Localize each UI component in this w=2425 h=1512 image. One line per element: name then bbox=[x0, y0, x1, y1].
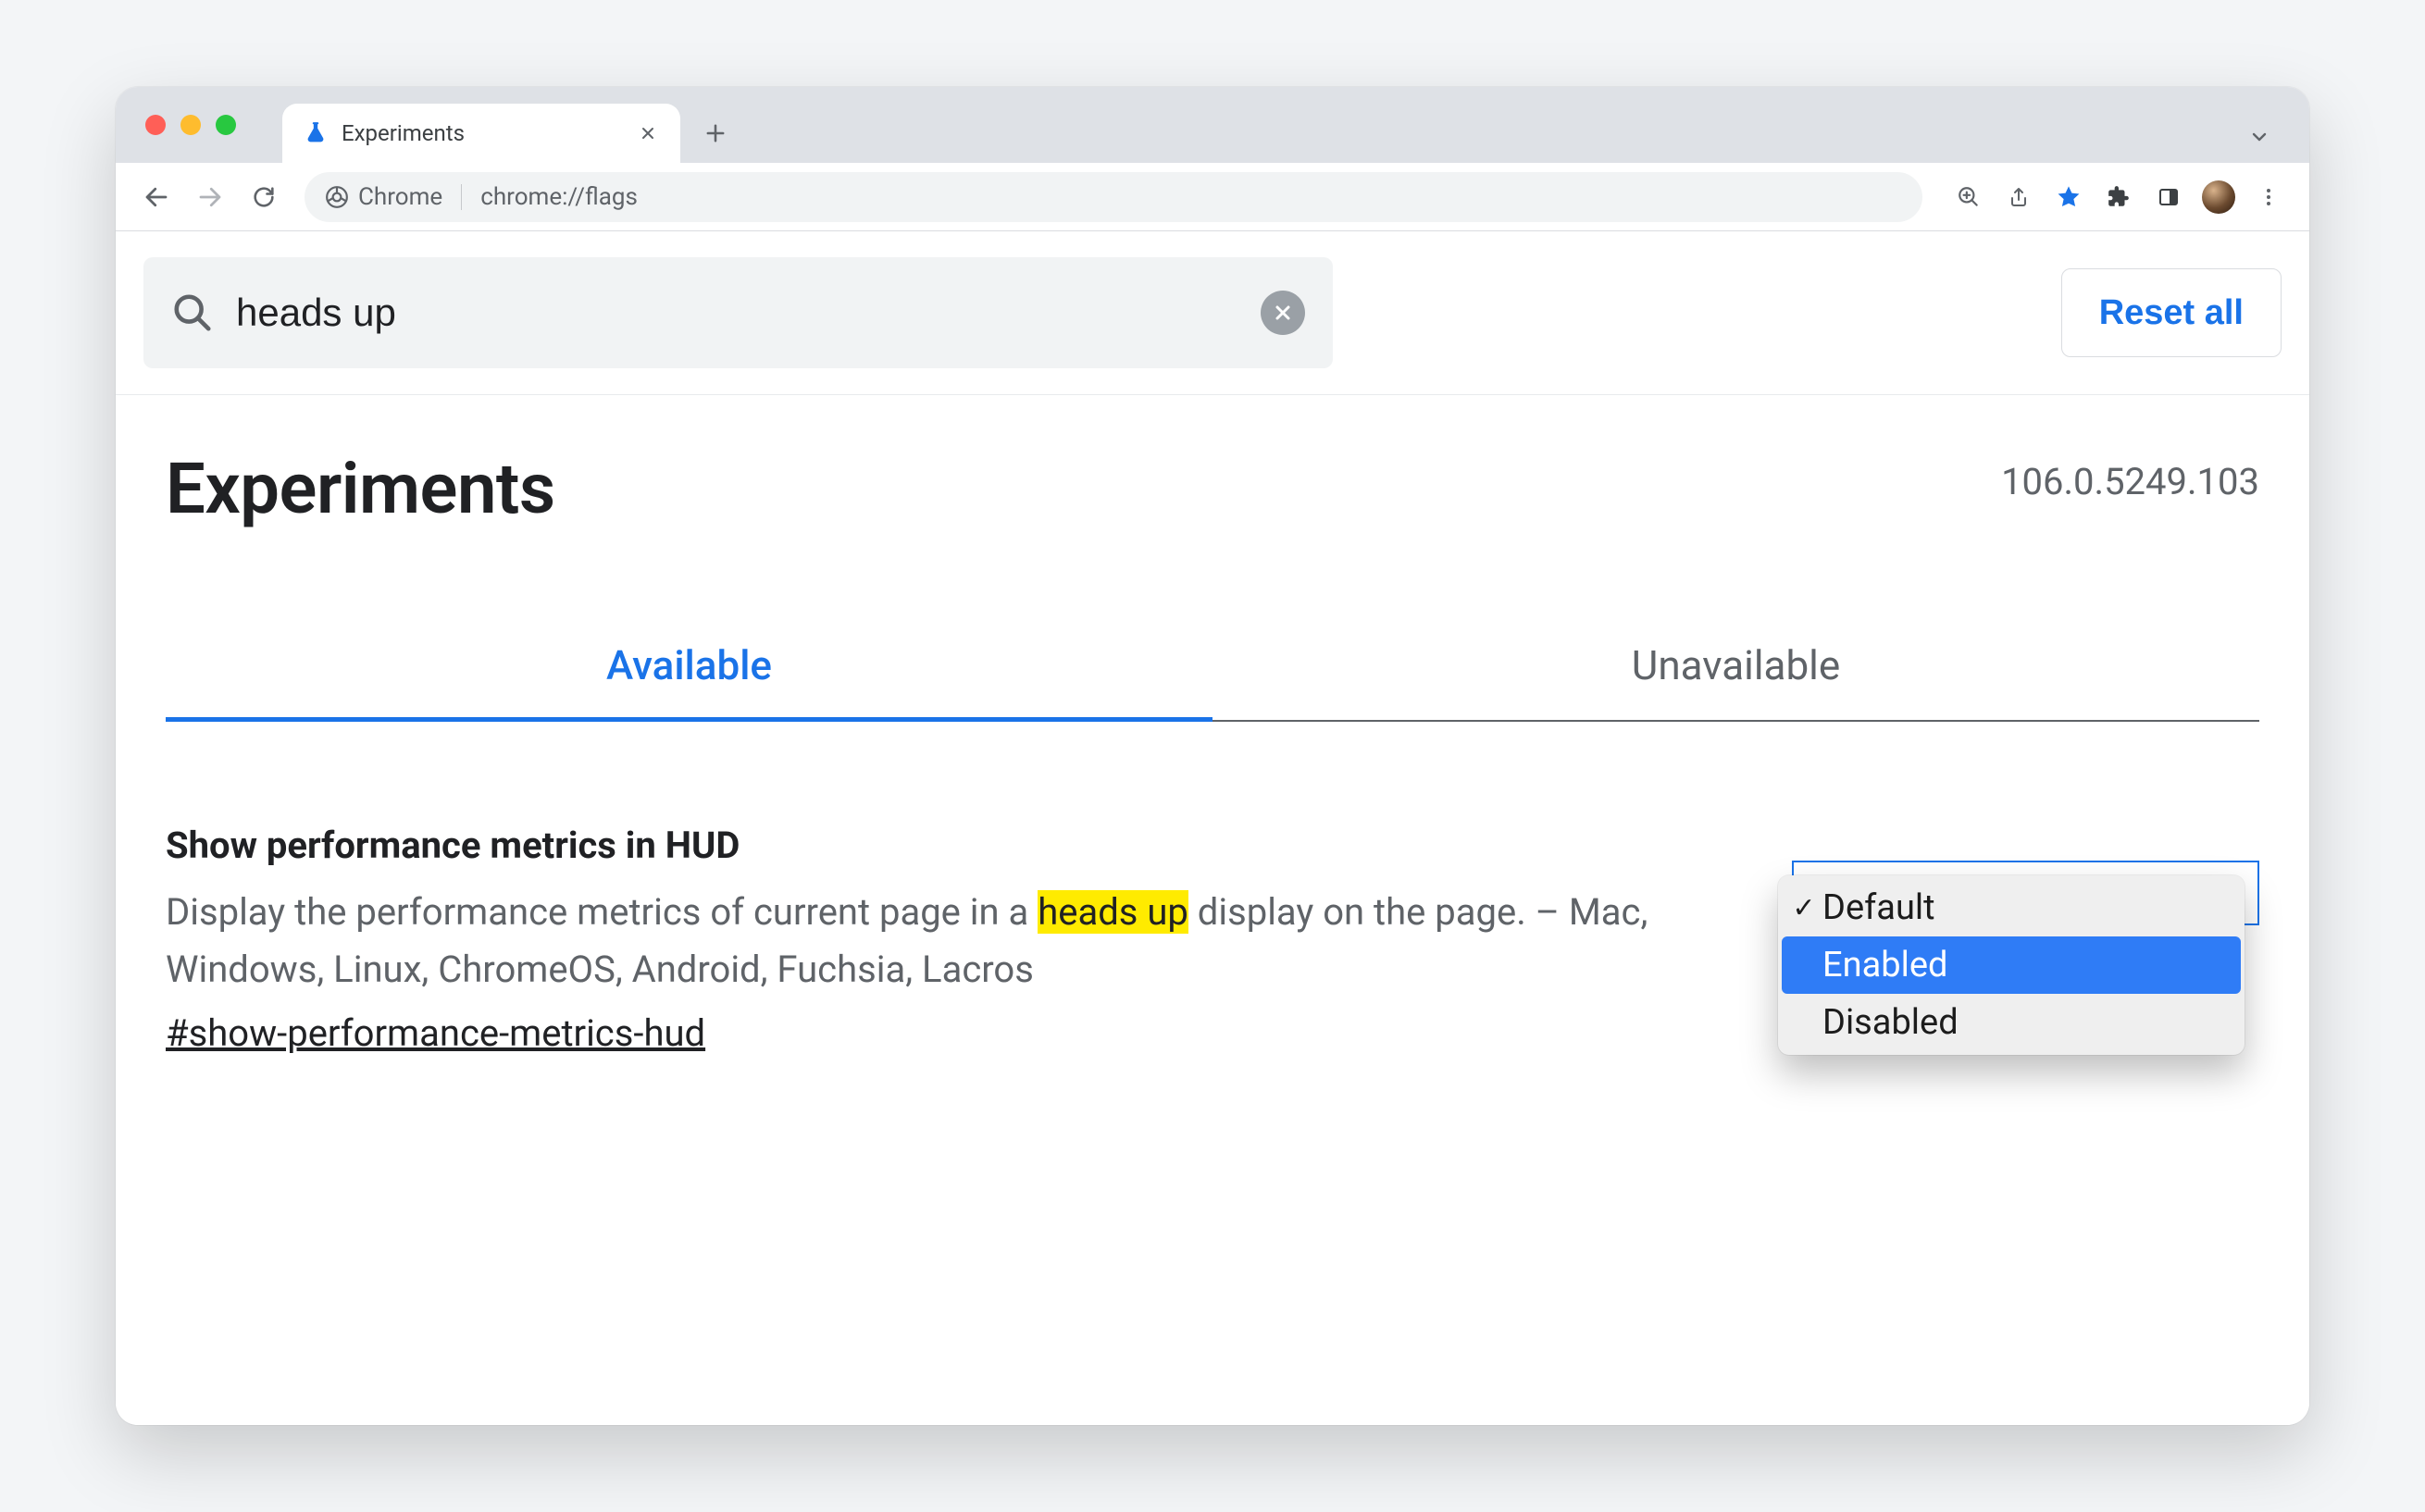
dropdown-option-default[interactable]: ✓ Default bbox=[1782, 879, 2241, 936]
reset-all-button[interactable]: Reset all bbox=[2061, 268, 2282, 357]
flask-icon bbox=[303, 120, 329, 146]
omnibox-prefix: Chrome bbox=[358, 183, 442, 211]
page-content: Reset all Experiments 106.0.5249.103 Ava… bbox=[116, 231, 2309, 1425]
minimize-window-button[interactable] bbox=[180, 115, 201, 135]
share-icon[interactable] bbox=[1996, 175, 2041, 219]
flag-text: Show performance metrics in HUD Display … bbox=[166, 824, 1722, 1055]
flag-title: Show performance metrics in HUD bbox=[166, 824, 1722, 867]
flags-search-row: Reset all bbox=[116, 231, 2309, 395]
browser-toolbar: Chrome chrome://flags bbox=[116, 163, 2309, 231]
tab-unavailable[interactable]: Unavailable bbox=[1212, 641, 2259, 722]
search-input[interactable] bbox=[236, 291, 1238, 335]
flag-desc-before: Display the performance metrics of curre… bbox=[166, 890, 1038, 934]
kebab-menu-icon[interactable] bbox=[2246, 175, 2291, 219]
flag-entry: Show performance metrics in HUD Display … bbox=[166, 824, 2259, 1055]
sidepanel-icon[interactable] bbox=[2146, 175, 2191, 219]
toolbar-actions bbox=[1941, 175, 2291, 219]
option-label: Disabled bbox=[1822, 1002, 1959, 1043]
heading-row: Experiments 106.0.5249.103 bbox=[166, 447, 2259, 530]
dropdown-option-disabled[interactable]: Disabled bbox=[1782, 994, 2241, 1051]
extensions-icon[interactable] bbox=[2096, 175, 2141, 219]
address-bar[interactable]: Chrome chrome://flags bbox=[305, 172, 1922, 222]
tab-title: Experiments bbox=[342, 120, 623, 146]
option-label: Enabled bbox=[1822, 945, 1947, 985]
browser-window: Experiments Chrome chrome:// bbox=[116, 87, 2309, 1425]
tab-available[interactable]: Available bbox=[166, 641, 1212, 722]
flag-anchor-link[interactable]: #show-performance-metrics-hud bbox=[166, 1011, 705, 1055]
forward-button[interactable] bbox=[188, 175, 232, 219]
reload-button[interactable] bbox=[242, 175, 286, 219]
check-icon: ✓ bbox=[1791, 892, 1817, 924]
new-tab-button[interactable] bbox=[693, 111, 738, 155]
profile-avatar[interactable] bbox=[2196, 175, 2241, 219]
back-button[interactable] bbox=[134, 175, 179, 219]
search-icon bbox=[171, 291, 214, 334]
flags-content: Experiments 106.0.5249.103 Available Una… bbox=[116, 395, 2309, 1092]
zoom-icon[interactable] bbox=[1946, 175, 1991, 219]
page-title: Experiments bbox=[166, 447, 555, 530]
maximize-window-button[interactable] bbox=[216, 115, 236, 135]
dropdown-list: ✓ Default Enabled Disabled bbox=[1778, 875, 2245, 1055]
chrome-icon bbox=[325, 185, 349, 209]
flags-search-box[interactable] bbox=[143, 257, 1333, 368]
close-tab-icon[interactable] bbox=[636, 121, 660, 145]
dropdown-option-enabled[interactable]: Enabled bbox=[1782, 936, 2241, 994]
omnibox-url: chrome://flags bbox=[480, 183, 638, 211]
bookmark-star-icon[interactable] bbox=[2046, 175, 2091, 219]
chrome-origin-chip: Chrome bbox=[325, 183, 442, 211]
avatar bbox=[2202, 180, 2235, 214]
tab-menu-chevron-icon[interactable] bbox=[2237, 115, 2282, 159]
flags-tabs: Available Unavailable bbox=[166, 641, 2259, 722]
chrome-version: 106.0.5249.103 bbox=[2001, 460, 2259, 503]
clear-search-icon[interactable] bbox=[1261, 291, 1305, 335]
window-controls bbox=[145, 115, 236, 135]
tab-strip: Experiments bbox=[116, 87, 2309, 163]
browser-tab[interactable]: Experiments bbox=[282, 104, 680, 163]
flag-description: Display the performance metrics of curre… bbox=[166, 884, 1722, 998]
omnibox-separator bbox=[461, 184, 462, 210]
flag-desc-highlight: heads up bbox=[1038, 890, 1188, 934]
option-label: Default bbox=[1822, 887, 1935, 928]
close-window-button[interactable] bbox=[145, 115, 166, 135]
